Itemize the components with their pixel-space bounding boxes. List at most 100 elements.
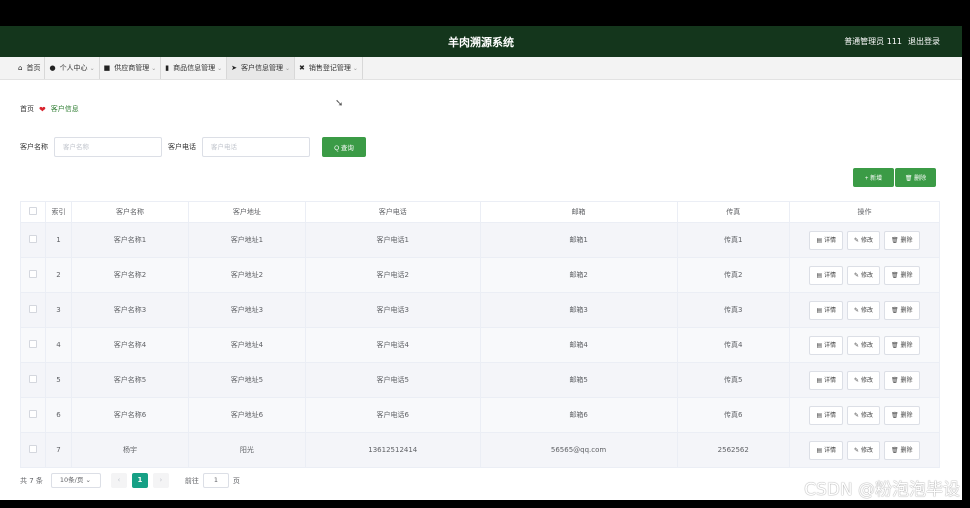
select-all-cell[interactable] — [20, 201, 46, 223]
nav-item[interactable]: ✖ 销售登记管理 ⌄ — [295, 57, 363, 79]
col-header: 操作 — [789, 201, 940, 223]
edit-button[interactable]: ✎ 修改 — [847, 230, 880, 250]
logout-link[interactable]: 退出登录 — [908, 36, 940, 47]
customer-phone-input[interactable] — [202, 137, 310, 157]
edit-button[interactable]: ✎ 修改 — [847, 370, 880, 390]
row-checkbox[interactable] — [29, 235, 37, 243]
chevron-down-icon: ⌄ — [217, 64, 223, 72]
detail-button[interactable]: ▤ 详情 — [809, 230, 844, 250]
table-cell: 5 — [45, 362, 72, 398]
table-row: 4 客户名称4 客户地址4 客户电话4 邮箱4 传真4 ▤ 详情 ✎ 修改 🗑 删除 — [20, 327, 940, 363]
table-cell: 客户地址5 — [187, 362, 306, 398]
delete-button[interactable]: 🗑 删除 — [883, 335, 920, 355]
delete-button[interactable]: 🗑 删除 — [883, 440, 920, 460]
row-select-cell[interactable] — [20, 327, 46, 363]
table-row: 5 客户名称5 客户地址5 客户电话5 邮箱5 传真5 ▤ 详情 ✎ 修改 🗑 删除 — [20, 362, 940, 398]
current-user: 普通管理员 111 — [844, 37, 902, 46]
table-cell: 客户地址4 — [187, 327, 306, 363]
detail-button[interactable]: ▤ 详情 — [809, 405, 844, 425]
nav-item[interactable]: ▮ 商品信息管理 ⌄ — [161, 57, 228, 79]
row-checkbox[interactable] — [29, 375, 37, 383]
breadcrumb-home[interactable]: 首页 — [20, 104, 34, 114]
delete-button[interactable]: 🗑 删除 — [883, 405, 920, 425]
detail-button[interactable]: ▤ 详情 — [809, 335, 844, 355]
row-select-cell[interactable] — [20, 257, 46, 293]
table-cell: 传真5 — [676, 362, 790, 398]
table-cell: 客户名称5 — [71, 362, 189, 398]
watermark: CSDN @粉泡泡毕设 — [804, 480, 960, 500]
table-cell: 邮箱6 — [479, 397, 678, 433]
edit-button[interactable]: ✎ 修改 — [847, 405, 880, 425]
col-header: 索引 — [45, 201, 72, 223]
table-cell: 56565@qq.com — [479, 432, 678, 468]
delete-button[interactable]: 🗑 删除 — [883, 230, 920, 250]
row-checkbox[interactable] — [29, 340, 37, 348]
row-checkbox[interactable] — [29, 445, 37, 453]
table-cell: 阳光 — [187, 432, 306, 468]
table-cell: 杨宇 — [71, 432, 189, 468]
select-all-checkbox[interactable] — [29, 207, 37, 215]
row-checkbox[interactable] — [29, 305, 37, 313]
search-form: 客户名称 客户电话 Q 查询 — [20, 137, 366, 157]
nav-icon: ✖ — [299, 64, 305, 72]
next-page-icon[interactable]: › — [152, 473, 169, 488]
delete-button[interactable]: 🗑 删除 — [883, 300, 920, 320]
customer-name-input[interactable] — [54, 137, 162, 157]
prev-page-icon[interactable]: ‹ — [110, 473, 127, 488]
table-cell: 7 — [45, 432, 72, 468]
row-actions: ▤ 详情 ✎ 修改 🗑 删除 — [789, 222, 940, 258]
batch-delete-button[interactable]: 🗑 删除 — [895, 168, 936, 187]
goto-input[interactable]: 1 — [202, 473, 229, 488]
table-cell: 客户名称2 — [71, 257, 189, 293]
row-checkbox[interactable] — [29, 270, 37, 278]
nav-item[interactable]: ⌂ 首页 — [14, 57, 46, 79]
col-header: 邮箱 — [479, 201, 678, 223]
heart-icon: ❤ — [39, 104, 46, 114]
table-cell: 传真3 — [676, 292, 790, 328]
detail-button[interactable]: ▤ 详情 — [809, 370, 844, 390]
chevron-down-icon: ⌄ — [352, 64, 358, 72]
add-button[interactable]: + 新增 — [853, 168, 894, 187]
page-number[interactable]: 1 — [131, 473, 148, 488]
delete-button[interactable]: 🗑 删除 — [883, 265, 920, 285]
col-header: 客户地址 — [187, 201, 306, 223]
row-checkbox[interactable] — [29, 410, 37, 418]
table-cell: 邮箱2 — [479, 257, 678, 293]
nav-item[interactable]: ➤ 客户信息管理 ⌄ — [227, 57, 296, 79]
mouse-cursor-icon: ➘ — [335, 98, 344, 109]
delete-button[interactable]: 🗑 删除 — [883, 370, 920, 390]
row-select-cell[interactable] — [20, 222, 46, 258]
edit-button[interactable]: ✎ 修改 — [847, 335, 880, 355]
table-cell: 4 — [45, 327, 72, 363]
row-actions: ▤ 详情 ✎ 修改 🗑 删除 — [789, 327, 940, 363]
row-select-cell[interactable] — [20, 432, 46, 468]
row-actions: ▤ 详情 ✎ 修改 🗑 删除 — [789, 362, 940, 398]
table-row: 2 客户名称2 客户地址2 客户电话2 邮箱2 传真2 ▤ 详情 ✎ 修改 🗑 删除 — [20, 257, 940, 293]
table-cell: 传真4 — [676, 327, 790, 363]
nav-label: 商品信息管理 — [173, 64, 216, 72]
query-button[interactable]: Q 查询 — [322, 137, 366, 157]
table-cell: 客户名称4 — [71, 327, 189, 363]
table-cell: 传真1 — [676, 222, 790, 258]
breadcrumb: 首页 ❤ 客户信息 — [20, 104, 79, 114]
detail-button[interactable]: ▤ 详情 — [809, 440, 844, 460]
top-nav: ⌂ 首页 ● 个人中心 ⌄ ■ 供应商管理 ⌄ ▮ 商品信息管理 ⌄ ➤ 客户信息管理 ⌄ ✖ 销售登记管理 ⌄ — [0, 57, 962, 80]
row-select-cell[interactable] — [20, 362, 46, 398]
table-cell: 客户电话4 — [304, 327, 481, 363]
detail-button[interactable]: ▤ 详情 — [809, 300, 844, 320]
edit-button[interactable]: ✎ 修改 — [847, 300, 880, 320]
table-cell: 客户电话6 — [304, 397, 481, 433]
chevron-down-icon: ⌄ — [89, 64, 95, 72]
table-cell: 客户地址2 — [187, 257, 306, 293]
nav-item[interactable]: ■ 供应商管理 ⌄ — [100, 57, 162, 79]
edit-button[interactable]: ✎ 修改 — [847, 265, 880, 285]
page-size-select[interactable]: 10条/页 ⌄ — [50, 473, 101, 488]
edit-button[interactable]: ✎ 修改 — [847, 440, 880, 460]
detail-button[interactable]: ▤ 详情 — [809, 265, 844, 285]
nav-item[interactable]: ● 个人中心 ⌄ — [45, 57, 100, 79]
table-cell: 13612512414 — [304, 432, 481, 468]
table-row: 7 杨宇 阳光 13612512414 56565@qq.com 2562562 ▤ 详情 ✎… — [20, 432, 940, 468]
row-select-cell[interactable] — [20, 292, 46, 328]
row-select-cell[interactable] — [20, 397, 46, 433]
table-cell: 1 — [45, 222, 72, 258]
